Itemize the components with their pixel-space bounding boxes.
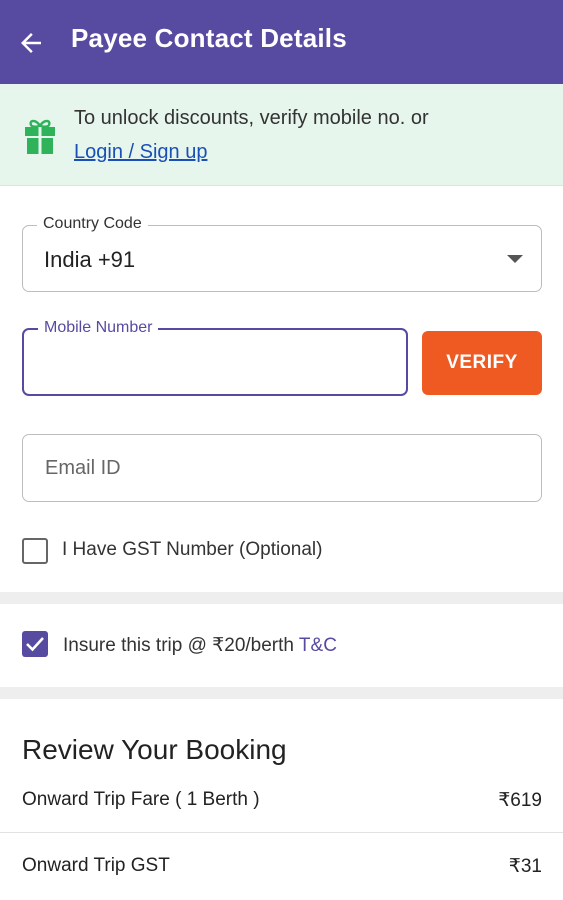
- email-field: [22, 434, 542, 502]
- arrow-left-icon[interactable]: [16, 28, 46, 58]
- login-banner: [0, 84, 563, 186]
- fare-label: Onward Trip Fare ( 1 Berth ): [22, 789, 260, 810]
- mobile-number-input[interactable]: [24, 330, 406, 394]
- gst-checkbox[interactable]: [22, 538, 48, 564]
- insurance-text: Insure this trip @ ₹20/berth: [63, 635, 294, 656]
- mobile-number-field: Mobile Number: [22, 319, 408, 396]
- banner-message: To unlock discounts, verify mobile no. o…: [74, 107, 429, 129]
- country-code-value: India +91: [44, 247, 136, 272]
- fare-value: ₹619: [498, 790, 542, 811]
- section-divider: [0, 592, 563, 604]
- gift-icon: [25, 119, 55, 154]
- country-code-select[interactable]: Country Code India +91: [22, 215, 542, 292]
- terms-link[interactable]: T&C: [299, 635, 337, 656]
- gst-amount-value: ₹31: [508, 856, 542, 877]
- insurance-checkbox[interactable]: [22, 631, 48, 657]
- insurance-label: Insure this trip @ ₹20/berth T&C: [63, 634, 337, 657]
- email-input[interactable]: [23, 435, 541, 501]
- country-code-label: Country Code: [37, 215, 148, 233]
- checkmark-icon: [26, 637, 44, 652]
- row-divider: [0, 832, 563, 833]
- page-title: Payee Contact Details: [71, 23, 347, 53]
- review-heading: Review Your Booking: [22, 734, 287, 765]
- login-signup-link[interactable]: Login / Sign up: [74, 141, 207, 164]
- section-divider: [0, 687, 563, 699]
- dropdown-caret-icon: [507, 255, 523, 263]
- verify-button[interactable]: VERIFY: [422, 331, 542, 395]
- gst-checkbox-label: I Have GST Number (Optional): [62, 539, 323, 560]
- app-header: Payee Contact Details: [0, 0, 563, 84]
- gst-amount-label: Onward Trip GST: [22, 855, 170, 876]
